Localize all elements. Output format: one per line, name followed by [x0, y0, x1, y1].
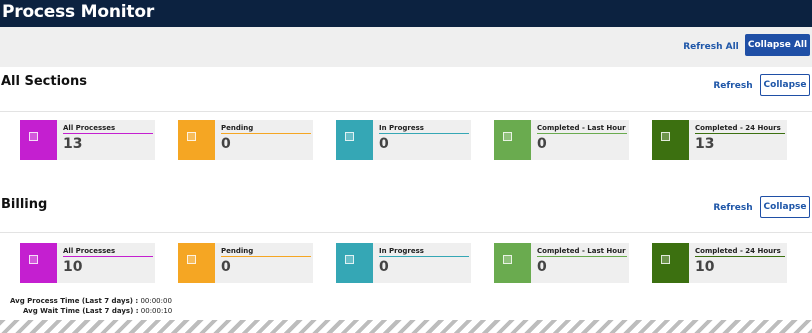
torn-edge: [0, 320, 812, 333]
tile-icon: [336, 120, 373, 160]
tile-value: 0: [221, 259, 231, 275]
tile-rule: [379, 256, 469, 257]
tile-icon: [178, 243, 215, 283]
tile-in-progress[interactable]: In Progress 0: [336, 120, 471, 160]
tile-in-progress[interactable]: In Progress 0: [336, 243, 471, 283]
tile-label: Completed - 24 Hours: [695, 124, 781, 132]
tile-value: 0: [537, 136, 547, 152]
tile-value: 13: [63, 136, 83, 152]
section-collapse-button[interactable]: Collapse: [760, 74, 810, 96]
section-collapse-button[interactable]: Collapse: [760, 196, 810, 218]
divider: [0, 111, 812, 112]
broken-image-icon: [661, 132, 670, 141]
tile-rule: [221, 256, 311, 257]
tile-label: In Progress: [379, 124, 424, 132]
broken-image-icon: [345, 132, 354, 141]
tile-value: 0: [537, 259, 547, 275]
tile-value: 0: [379, 136, 389, 152]
tile-rule: [537, 133, 627, 134]
avg-wait-time: Avg Wait Time (Last 7 days) : 00:00:10: [23, 307, 172, 315]
tile-value: 13: [695, 136, 715, 152]
divider: [0, 232, 812, 233]
tile-rule: [63, 256, 153, 257]
tile-body: Completed - Last Hour 0: [531, 243, 629, 283]
broken-image-icon: [503, 132, 512, 141]
refresh-all-button[interactable]: Refresh All: [681, 40, 741, 54]
tile-body: Completed - Last Hour 0: [531, 120, 629, 160]
global-toolbar: Refresh All Collapse All: [0, 27, 812, 67]
avg-process-time-label: Avg Process Time (Last 7 days) :: [10, 297, 139, 305]
tile-value: 10: [695, 259, 715, 275]
tile-all-processes[interactable]: All Processes 10: [20, 243, 155, 283]
broken-image-icon: [29, 132, 38, 141]
broken-image-icon: [187, 255, 196, 264]
section-title: Billing: [1, 197, 48, 212]
avg-process-time-value: 00:00:00: [140, 297, 172, 305]
app-title: Process Monitor: [2, 2, 155, 22]
broken-image-icon: [661, 255, 670, 264]
tile-all-processes[interactable]: All Processes 13: [20, 120, 155, 160]
tile-icon: [20, 120, 57, 160]
tile-body: In Progress 0: [373, 243, 471, 283]
tile-rule: [379, 133, 469, 134]
tile-completed-24-hours[interactable]: Completed - 24 Hours 13: [652, 120, 787, 160]
tile-label: Completed - Last Hour: [537, 247, 626, 255]
tile-body: In Progress 0: [373, 120, 471, 160]
broken-image-icon: [503, 255, 512, 264]
avg-wait-time-label: Avg Wait Time (Last 7 days) :: [23, 307, 139, 315]
tile-value: 10: [63, 259, 83, 275]
tile-value: 0: [379, 259, 389, 275]
tile-completed-last-hour[interactable]: Completed - Last Hour 0: [494, 120, 629, 160]
broken-image-icon: [29, 255, 38, 264]
section-refresh-button[interactable]: Refresh: [712, 80, 754, 92]
avg-process-time: Avg Process Time (Last 7 days) : 00:00:0…: [10, 297, 172, 305]
tile-icon: [652, 243, 689, 283]
tile-body: Completed - 24 Hours 13: [689, 120, 787, 160]
tile-body: Pending 0: [215, 243, 313, 283]
section-title: All Sections: [1, 74, 87, 89]
tile-label: Pending: [221, 124, 254, 132]
tile-label: Pending: [221, 247, 254, 255]
tile-body: All Processes 13: [57, 120, 155, 160]
tile-rule: [537, 256, 627, 257]
tile-rule: [695, 256, 785, 257]
tile-label: Completed - Last Hour: [537, 124, 626, 132]
section-refresh-button[interactable]: Refresh: [712, 202, 754, 214]
avg-wait-time-value: 00:00:10: [140, 307, 173, 315]
tile-pending[interactable]: Pending 0: [178, 120, 313, 160]
broken-image-icon: [187, 132, 196, 141]
tile-icon: [652, 120, 689, 160]
tile-completed-24-hours[interactable]: Completed - 24 Hours 10: [652, 243, 787, 283]
tile-icon: [336, 243, 373, 283]
broken-image-icon: [345, 255, 354, 264]
tile-icon: [178, 120, 215, 160]
tile-body: Pending 0: [215, 120, 313, 160]
tile-label: All Processes: [63, 124, 116, 132]
tile-label: All Processes: [63, 247, 116, 255]
tile-pending[interactable]: Pending 0: [178, 243, 313, 283]
tile-body: All Processes 10: [57, 243, 155, 283]
tile-value: 0: [221, 136, 231, 152]
tile-rule: [221, 133, 311, 134]
tile-label: In Progress: [379, 247, 424, 255]
tile-icon: [20, 243, 57, 283]
tile-icon: [494, 120, 531, 160]
app-header: Process Monitor: [0, 0, 812, 27]
tile-rule: [63, 133, 153, 134]
tile-icon: [494, 243, 531, 283]
tile-body: Completed - 24 Hours 10: [689, 243, 787, 283]
tile-label: Completed - 24 Hours: [695, 247, 781, 255]
tile-completed-last-hour[interactable]: Completed - Last Hour 0: [494, 243, 629, 283]
tile-rule: [695, 133, 785, 134]
collapse-all-button[interactable]: Collapse All: [745, 34, 810, 56]
